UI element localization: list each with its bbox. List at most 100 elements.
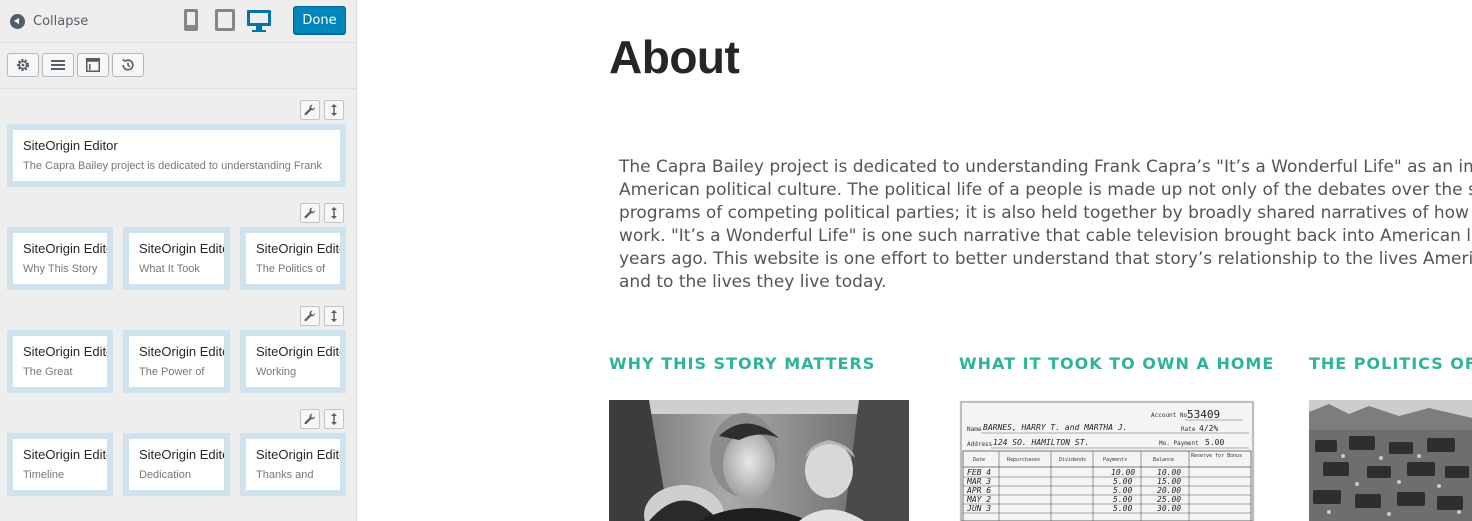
ledger-header: Date	[973, 457, 985, 463]
column-heading-why-this-story[interactable]: WHY THIS STORY MATTERS	[609, 354, 875, 373]
builder-row: SiteOrigin Editor Timeline SiteOrigin Ed…	[0, 409, 356, 497]
widget-title: SiteOrigin Editor	[139, 447, 224, 462]
add-row-button[interactable]	[42, 53, 74, 77]
widget-title: SiteOrigin Editor	[256, 241, 340, 256]
svg-text:Name: Name	[967, 426, 982, 433]
gear-icon	[17, 59, 29, 71]
widget-siteorigin-editor[interactable]: SiteOrigin Editor Dedication	[123, 433, 230, 496]
row-edit-button[interactable]	[300, 306, 320, 326]
history-button[interactable]	[112, 53, 144, 77]
widget-siteorigin-editor[interactable]: SiteOrigin Editor What It Took	[123, 227, 230, 290]
layout-icon	[86, 58, 100, 72]
row-edit-button[interactable]	[300, 100, 320, 120]
row-edit-button[interactable]	[300, 409, 320, 429]
widget-title: SiteOrigin Editor	[23, 241, 107, 256]
row-move-handle[interactable]	[324, 100, 344, 120]
desktop-icon[interactable]	[246, 7, 272, 33]
ledger-header: Dividends	[1059, 457, 1086, 463]
ledger-balance-cell: 10.00	[1157, 468, 1181, 477]
builder-toolbar	[0, 44, 356, 89]
ledger-card-drawing: Account No. 53409 Name BARNES, HARRY T. …	[959, 400, 1255, 521]
builder-row: SiteOrigin Editor Why This Story SiteOri…	[0, 203, 356, 291]
ledger-date: JUN 3	[966, 504, 991, 513]
move-vertical-icon	[331, 207, 337, 219]
widget-description: What It Took	[139, 263, 200, 275]
ledger-header: Payments	[1103, 457, 1127, 463]
intro-line: and to the lives they live today.	[619, 272, 887, 292]
film-still-photo	[609, 400, 909, 521]
ledger-address: 124 SO. HAMILTON ST.	[993, 438, 1089, 447]
ledger-name: BARNES, HARRY T. and MARTHA J.	[983, 423, 1128, 432]
ledger-card-image[interactable]: Account No. 53409 Name BARNES, HARRY T. …	[959, 400, 1255, 521]
widget-description: Timeline	[23, 469, 65, 481]
row-move-handle[interactable]	[324, 409, 344, 429]
builder-row: SiteOrigin Editor The Capra Bailey proje…	[0, 100, 356, 188]
history-icon	[122, 58, 134, 71]
widget-siteorigin-editor[interactable]: SiteOrigin Editor The Politics of	[240, 227, 346, 290]
svg-text:Account No.: Account No.	[1151, 412, 1191, 419]
ledger-balance-cell: 30.00	[1156, 504, 1181, 513]
mobile-icon[interactable]	[182, 7, 200, 33]
widget-siteorigin-editor[interactable]: SiteOrigin Editor Thanks and	[240, 433, 346, 496]
ledger-payment-cell: 5.00	[1113, 477, 1132, 486]
intro-line: American political culture. The politica…	[619, 180, 1472, 200]
widget-title: SiteOrigin Editor	[139, 344, 224, 359]
widget-description: Dedication	[139, 469, 191, 481]
widget-description: The Great	[23, 366, 73, 378]
ledger-payment-cell: 5.00	[1113, 504, 1132, 513]
widget-siteorigin-editor[interactable]: SiteOrigin Editor Why This Story	[7, 227, 113, 290]
ledger-balance-cell: 15.00	[1157, 477, 1181, 486]
widget-siteorigin-editor[interactable]: SiteOrigin Editor Timeline	[7, 433, 113, 496]
street-crowd-photo	[1309, 400, 1472, 521]
ledger-payment-cell: 5.00	[1113, 495, 1132, 504]
widget-title: SiteOrigin Editor	[256, 447, 340, 462]
film-still-image[interactable]	[609, 400, 909, 521]
row-move-handle[interactable]	[324, 306, 344, 326]
collapse-label: Collapse	[33, 13, 89, 29]
page-title: About	[609, 31, 740, 83]
ledger-date: APR 6	[966, 486, 991, 495]
wrench-icon	[304, 207, 316, 219]
street-crowd-image[interactable]	[1309, 400, 1472, 521]
tablet-icon[interactable]	[213, 7, 237, 33]
widget-siteorigin-editor[interactable]: SiteOrigin Editor The Great	[7, 330, 113, 393]
row-move-handle[interactable]	[324, 203, 344, 223]
ledger-date: MAY 2	[966, 495, 991, 504]
ledger-balance-cell: 25.00	[1157, 495, 1181, 504]
widget-title: SiteOrigin Editor	[23, 447, 107, 462]
list-icon	[51, 60, 65, 70]
layouts-button[interactable]	[77, 53, 109, 77]
wrench-icon	[304, 413, 316, 425]
widget-siteorigin-editor[interactable]: SiteOrigin Editor The Power of	[123, 330, 230, 393]
widget-description: Why This Story	[23, 263, 98, 275]
move-vertical-icon	[331, 413, 337, 425]
widget-title: SiteOrigin Editor	[139, 241, 224, 256]
settings-button[interactable]	[7, 53, 39, 77]
widget-description: The Capra Bailey project is dedicated to…	[23, 160, 323, 172]
intro-line: work. "It’s a Wonderful Life" is one suc…	[619, 226, 1472, 246]
collapse-button[interactable]: Collapse	[10, 11, 88, 31]
intro-line: years ago. This website is one effort to…	[619, 249, 1472, 269]
ledger-payment-cell: 5.00	[1113, 486, 1132, 495]
builder-row: SiteOrigin Editor The Great SiteOrigin E…	[0, 306, 356, 394]
column-heading-what-it-took[interactable]: WHAT IT TOOK TO OWN A HOME	[959, 354, 1274, 373]
widget-siteorigin-editor[interactable]: SiteOrigin Editor Working	[240, 330, 346, 393]
intro-line: The Capra Bailey project is dedicated to…	[619, 157, 1472, 177]
widget-description: The Power of	[139, 366, 205, 378]
row-edit-button[interactable]	[300, 203, 320, 223]
widget-title: SiteOrigin Editor	[23, 138, 118, 153]
intro-line: programs of competing political parties;…	[619, 203, 1472, 223]
widget-description: The Politics of	[256, 263, 326, 275]
svg-text:Rate: Rate	[1181, 426, 1196, 433]
svg-text:Address: Address	[967, 441, 993, 448]
ledger-payment-cell: 10.00	[1111, 468, 1135, 477]
ledger-payment: 5.00	[1205, 438, 1224, 447]
svg-text:Mo. Payment: Mo. Payment	[1159, 440, 1199, 447]
widget-description: Thanks and	[256, 469, 314, 481]
column-heading-politics[interactable]: THE POLITICS OF P	[1309, 354, 1472, 373]
intro-paragraph: The Capra Bailey project is dedicated to…	[619, 156, 1472, 294]
ledger-account-no: 53409	[1187, 408, 1220, 421]
widget-siteorigin-editor[interactable]: SiteOrigin Editor The Capra Bailey proje…	[7, 124, 346, 187]
ledger-header: Repurchases	[1007, 457, 1040, 463]
done-button[interactable]: Done	[293, 6, 346, 34]
